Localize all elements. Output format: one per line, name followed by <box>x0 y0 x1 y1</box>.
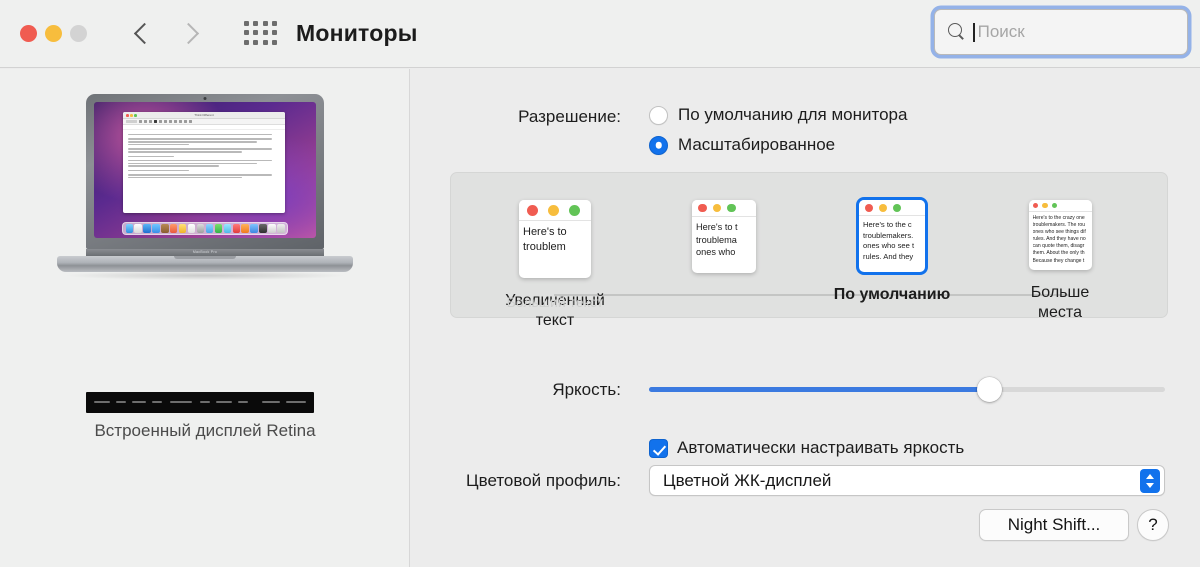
preview-line: ones who see t <box>863 241 915 251</box>
search-container: Поиск <box>934 9 1188 55</box>
display-preview-pane: MacBook Pro Think Different Встроенный д… <box>0 69 410 567</box>
auto-brightness-checkbox-row[interactable]: Автоматически настраивать яркость <box>649 438 964 458</box>
scaled-option-thumbnail[interactable]: Here's to the crazy one troublemakers. T… <box>1026 197 1095 273</box>
color-profile-label: Цветовой профиль: <box>466 471 621 490</box>
close-button[interactable] <box>20 25 37 42</box>
radio-default[interactable] <box>649 105 668 125</box>
traffic-lights <box>20 25 87 42</box>
zoom-button <box>70 25 87 42</box>
slider-knob[interactable] <box>977 377 1003 402</box>
laptop-hinge: MacBook Pro <box>86 249 324 256</box>
scaled-option-default[interactable]: Here's to the c troublemakers. ones who … <box>804 173 980 319</box>
resolution-option-default-label: По умолчанию для монитора <box>678 105 908 124</box>
preview-line: them. About the only th <box>1032 250 1085 257</box>
textedit-text <box>123 130 285 185</box>
scaled-option-thumbnail-selected[interactable]: Here's to the c troublemakers. ones who … <box>856 197 928 275</box>
laptop-lid: Think Different <box>86 94 324 249</box>
night-shift-button[interactable]: Night Shift... <box>979 509 1129 541</box>
show-all-grid-icon[interactable] <box>244 20 278 47</box>
display-settings-pane: Разрешение: По умолчанию для монитора Ма… <box>411 69 1200 567</box>
text-caret <box>973 22 975 42</box>
textedit-window-preview: Think Different <box>123 112 285 213</box>
chevron-up-down-icon[interactable] <box>1140 468 1160 493</box>
scaled-option-thumbnail[interactable]: Here's to troublem <box>516 197 594 281</box>
preview-line: Because they change t <box>1032 257 1085 264</box>
scaled-option-more-space[interactable]: Here's to the crazy one troublemakers. T… <box>972 173 1148 321</box>
preview-line: troublem <box>523 241 566 253</box>
back-chevron-icon[interactable] <box>132 19 154 49</box>
scaled-option-label-line2: места <box>1038 304 1082 321</box>
preview-line: Here's to the crazy one <box>1032 215 1085 221</box>
forward-chevron-icon[interactable] <box>178 19 200 49</box>
search-icon <box>948 23 966 41</box>
search-placeholder: Поиск <box>977 22 1025 41</box>
scaled-option-2[interactable]: Here's to t troublema ones who <box>636 173 812 319</box>
textedit-titlebar: Think Different <box>123 112 285 119</box>
preview-line: troublema <box>696 234 737 245</box>
touch-bar-strip <box>86 392 314 413</box>
scaled-option-label-line2: текст <box>535 312 575 329</box>
scaled-option-label-line1: Больше <box>1030 284 1090 301</box>
desktop-wallpaper: Think Different <box>94 102 316 238</box>
resolution-label: Разрешение: <box>518 107 621 126</box>
preview-line: ones who <box>696 247 736 257</box>
auto-brightness-label: Автоматически настраивать яркость <box>677 438 965 457</box>
color-profile-value: Цветной ЖК-дисплей <box>663 470 832 490</box>
facetime-camera-icon <box>203 97 207 100</box>
scaled-option-thumbnail[interactable]: Here's to t troublema ones who <box>689 197 759 276</box>
color-profile-dropdown[interactable]: Цветной ЖК-дисплей <box>649 465 1165 496</box>
minimize-button[interactable] <box>45 25 62 42</box>
scaled-option-label: По умолчанию <box>834 285 951 305</box>
preview-line: troublemakers. The rou <box>1032 222 1086 229</box>
scaled-option-label-line1: По умолчанию <box>833 286 951 303</box>
preview-line: can quote them, disagr <box>1032 243 1085 250</box>
device-model-label: MacBook Pro <box>192 250 218 254</box>
preview-line: troublemakers. <box>863 230 914 240</box>
preview-line: rules. And they have no <box>1032 236 1086 243</box>
brightness-label: Яркость: <box>552 380 621 399</box>
laptop-base <box>57 256 353 272</box>
help-button[interactable]: ? <box>1137 509 1169 541</box>
preview-line: rules. And they <box>863 251 914 261</box>
slider-fill <box>649 387 990 392</box>
resolution-option-scaled-label: Масштабированное <box>678 135 836 154</box>
scaled-option-larger-text[interactable]: Here's to troublem Больший текст Увеличе… <box>467 173 643 329</box>
preview-line: Here's to <box>523 226 567 238</box>
preview-line: Here's to the c <box>863 220 912 229</box>
scaled-option-label: Больше места <box>1031 283 1089 323</box>
displays-preferences-window: Мониторы Поиск MacBook Pro Think Differe… <box>0 0 1200 567</box>
search-input[interactable]: Поиск <box>934 9 1188 55</box>
display-name-label: Встроенный дисплей Retina <box>94 421 316 440</box>
scaled-option-label-line1: Увеличенный <box>505 292 605 309</box>
page-title: Мониторы <box>296 20 418 46</box>
macbook-illustration: MacBook Pro Think Different <box>57 94 353 294</box>
resolution-option-scaled[interactable]: Масштабированное <box>649 135 835 155</box>
brightness-slider[interactable] <box>649 377 1165 402</box>
scaled-option-label: Больший текст Увеличенный текст <box>505 291 605 331</box>
dock-preview <box>122 222 288 235</box>
preview-line: Here's to t <box>696 222 738 232</box>
auto-brightness-checkbox[interactable] <box>649 438 668 458</box>
navigation-buttons <box>132 19 200 49</box>
resolution-option-default[interactable]: По умолчанию для монитора <box>649 105 907 125</box>
laptop-shadow <box>67 271 343 280</box>
radio-scaled[interactable] <box>649 135 668 155</box>
scaled-resolution-group: Here's to troublem Больший текст Увеличе… <box>450 172 1168 329</box>
window-toolbar: Мониторы Поиск <box>0 0 1200 68</box>
preview-line: ones who see things dif <box>1032 229 1086 236</box>
